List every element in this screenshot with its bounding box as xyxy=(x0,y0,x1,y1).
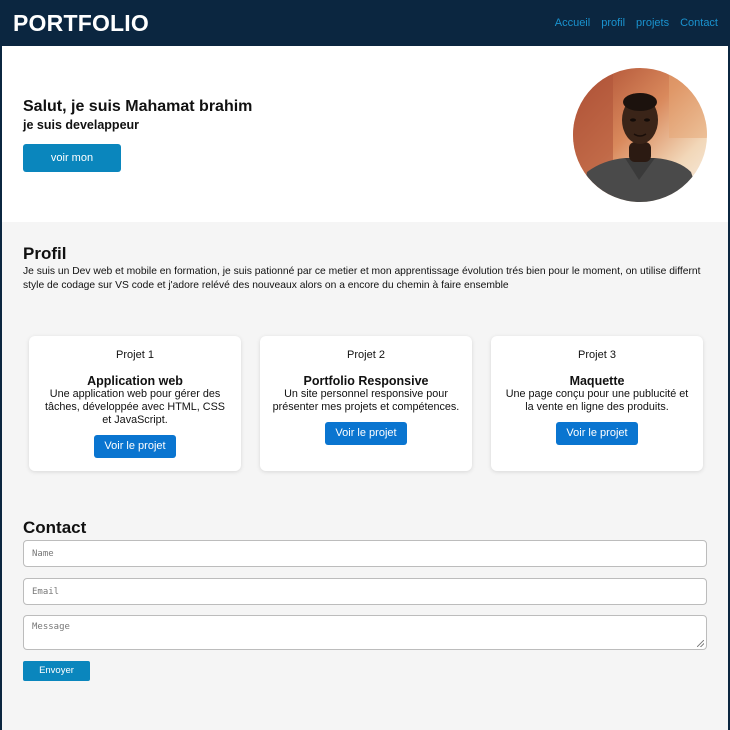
project-card: Projet 3 Maquette Une page conçu pour un… xyxy=(491,336,703,471)
view-project-button[interactable]: Voir le projet xyxy=(94,435,176,458)
project-number: Projet 2 xyxy=(347,349,385,361)
profil-text: Je suis un Dev web et mobile en formatio… xyxy=(23,266,701,291)
hero-section: Salut, je suis Mahamat brahim je suis de… xyxy=(2,46,728,222)
profil-section: Profil Je suis un Dev web et mobile en f… xyxy=(23,244,709,293)
profile-photo-illustration xyxy=(573,68,707,202)
nav-link-accueil[interactable]: Accueil xyxy=(555,17,590,29)
nav-link-projets[interactable]: projets xyxy=(636,17,669,29)
name-field[interactable]: Name xyxy=(23,540,707,567)
project-description: Une page conçu pour une publucité et la … xyxy=(505,388,689,413)
project-title: Portfolio Responsive xyxy=(303,374,429,388)
contact-section: Contact Name Email Message Envoyer xyxy=(23,518,709,681)
hero-subtitle: je suis develappeur xyxy=(23,118,140,132)
profile-photo xyxy=(573,68,707,202)
main-nav: Accueil profil projets Contact xyxy=(555,17,718,29)
hero-title: Salut, je suis Mahamat brahim xyxy=(23,98,253,115)
project-title: Maquette xyxy=(569,374,625,388)
email-placeholder: Email xyxy=(32,586,60,597)
view-work-button[interactable]: voir mon travail xyxy=(23,144,121,192)
message-field[interactable]: Message xyxy=(23,615,707,650)
message-placeholder: Message xyxy=(32,622,70,632)
project-description: Un site personnel responsive pour présen… xyxy=(272,388,460,413)
hero-text: Salut, je suis Mahamat brahim je suis de… xyxy=(23,98,252,194)
site-logo: PORTFOLIO xyxy=(13,9,149,36)
view-project-button[interactable]: Voir le projet xyxy=(556,422,638,445)
project-card: Projet 1 Application web Une application… xyxy=(29,336,241,471)
nav-link-profil[interactable]: profil xyxy=(601,17,625,29)
resize-handle-icon[interactable] xyxy=(697,640,704,647)
project-number: Projet 1 xyxy=(116,349,154,361)
view-project-button[interactable]: Voir le projet xyxy=(325,422,407,445)
project-number: Projet 3 xyxy=(578,349,616,361)
send-button[interactable]: Envoyer xyxy=(23,661,90,681)
profil-heading: Profil xyxy=(23,244,67,263)
name-placeholder: Name xyxy=(32,548,54,559)
contact-heading: Contact xyxy=(23,518,87,537)
site-header: PORTFOLIO Accueil profil projets Contact xyxy=(2,0,728,46)
email-field[interactable]: Email xyxy=(23,578,707,605)
nav-link-contact[interactable]: Contact xyxy=(680,17,718,29)
projects-section: Projet 1 Application web Une application… xyxy=(29,336,703,471)
project-description: Une application web pour gérer des tâche… xyxy=(44,388,226,426)
project-card: Projet 2 Portfolio Responsive Un site pe… xyxy=(260,336,472,471)
project-title: Application web xyxy=(87,374,183,388)
